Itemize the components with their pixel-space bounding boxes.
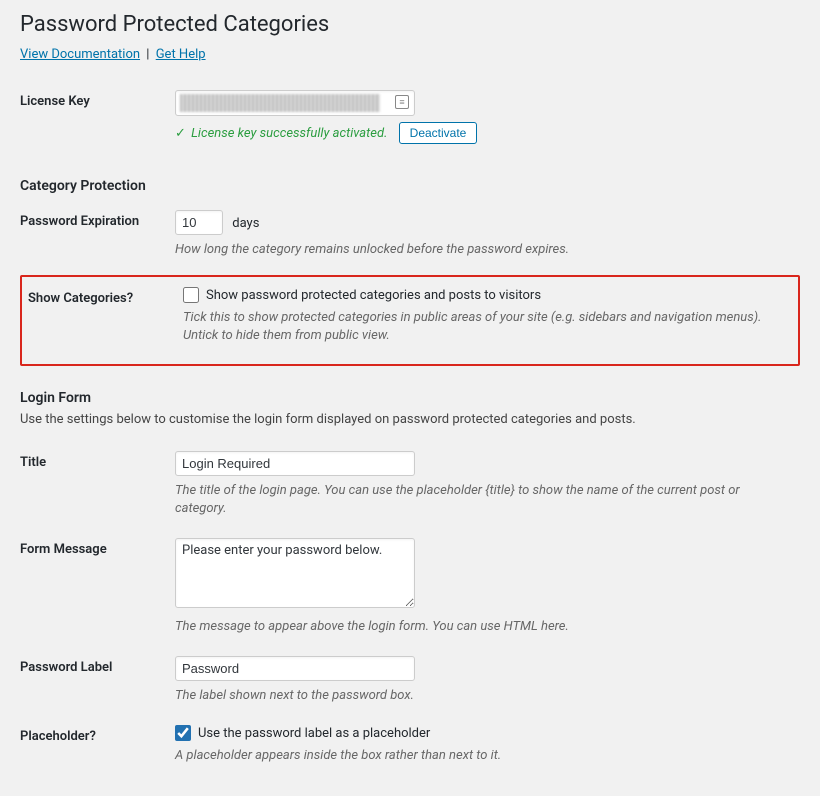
- password-expiration-label: Password Expiration: [20, 200, 175, 269]
- password-label-description: The label shown next to the password box…: [175, 687, 790, 705]
- expiration-description: How long the category remains unlocked b…: [175, 241, 790, 259]
- password-label-input[interactable]: [175, 656, 415, 681]
- check-icon: ✓: [175, 126, 186, 141]
- title-description: The title of the login page. You can use…: [175, 482, 790, 518]
- view-documentation-link[interactable]: View Documentation: [20, 47, 140, 62]
- category-protection-heading: Category Protection: [20, 178, 800, 194]
- separator: |: [143, 47, 152, 62]
- password-label-label: Password Label: [20, 646, 175, 715]
- login-form-subtitle: Use the settings below to customise the …: [20, 412, 800, 427]
- placeholder-description: A placeholder appears inside the box rat…: [175, 747, 790, 765]
- title-label: Title: [20, 441, 175, 528]
- title-input[interactable]: [175, 451, 415, 476]
- deactivate-button[interactable]: Deactivate: [399, 122, 478, 144]
- show-categories-checkbox[interactable]: [183, 287, 199, 303]
- show-categories-highlight: Show Categories? Show password protected…: [20, 275, 800, 365]
- placeholder-label: Placeholder?: [20, 715, 175, 775]
- license-status-text: License key successfully activated.: [191, 126, 387, 141]
- form-message-textarea[interactable]: [175, 538, 415, 608]
- get-help-link[interactable]: Get Help: [156, 47, 206, 62]
- show-categories-description: Tick this to show protected categories i…: [183, 309, 782, 345]
- login-form-heading: Login Form: [20, 390, 800, 406]
- password-expiration-input[interactable]: [175, 210, 223, 235]
- expiration-unit: days: [232, 216, 259, 231]
- show-categories-checkbox-label: Show password protected categories and p…: [206, 288, 541, 303]
- form-message-description: The message to appear above the login fo…: [175, 618, 790, 636]
- page-title: Password Protected Categories: [20, 12, 800, 37]
- placeholder-checkbox[interactable]: [175, 725, 191, 741]
- placeholder-checkbox-label: Use the password label as a placeholder: [198, 726, 430, 741]
- license-key-label: License Key: [20, 80, 175, 154]
- doc-links: View Documentation | Get Help: [20, 47, 800, 62]
- show-categories-label: Show Categories?: [28, 285, 183, 355]
- license-key-input[interactable]: [175, 90, 415, 116]
- form-message-label: Form Message: [20, 528, 175, 646]
